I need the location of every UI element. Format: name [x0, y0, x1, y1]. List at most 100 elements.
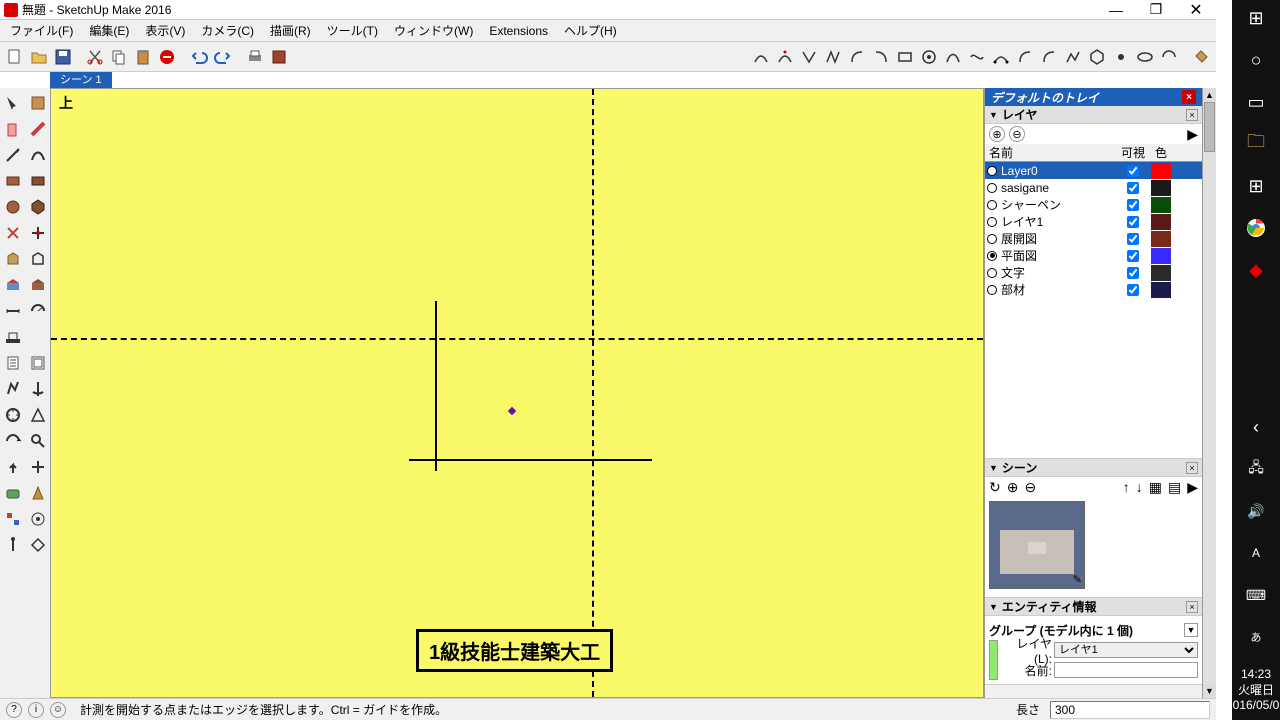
layer-color-swatch[interactable]: [1151, 197, 1171, 213]
layer-row[interactable]: 文字: [985, 264, 1202, 281]
entity-options-button[interactable]: ▼: [1184, 623, 1198, 637]
collapse-icon[interactable]: ▼: [989, 463, 998, 473]
tray-scrollbar[interactable]: ▲ ▼: [1202, 88, 1216, 698]
redo-button[interactable]: [212, 46, 234, 68]
tool-15-1[interactable]: [25, 480, 50, 505]
menu-item-4[interactable]: 描画(R): [262, 20, 319, 41]
layer-row[interactable]: 展開図: [985, 230, 1202, 247]
tool-8-1[interactable]: [25, 298, 50, 323]
tool-4-0[interactable]: [0, 194, 25, 219]
layer-visible-checkbox[interactable]: [1127, 165, 1139, 177]
curve-tool-1[interactable]: [942, 46, 964, 68]
layer-row[interactable]: シャーペン: [985, 196, 1202, 213]
tool-2-0[interactable]: [0, 142, 25, 167]
menu-item-0[interactable]: ファイル(F): [2, 20, 81, 41]
tool-6-1[interactable]: [25, 246, 50, 271]
model-info-button[interactable]: [268, 46, 290, 68]
entity-layer-select[interactable]: レイヤ1: [1054, 642, 1198, 658]
tool-8-0[interactable]: [0, 298, 25, 323]
tool-3-1[interactable]: [25, 168, 50, 193]
save-button[interactable]: [52, 46, 74, 68]
new-button[interactable]: [4, 46, 26, 68]
scene-thumbnail[interactable]: ✎: [989, 501, 1085, 589]
curve-tool-2[interactable]: [966, 46, 988, 68]
tool-11-0[interactable]: [0, 376, 25, 401]
collapse-icon[interactable]: ▼: [989, 110, 998, 120]
layer-row[interactable]: 平面図: [985, 247, 1202, 264]
scene-add-button[interactable]: ⊕: [1007, 479, 1019, 496]
layer-color-swatch[interactable]: [1151, 163, 1171, 179]
tool-17-0[interactable]: [0, 532, 25, 557]
layers-panel-close[interactable]: ×: [1186, 109, 1198, 121]
menu-item-1[interactable]: 編集(E): [81, 20, 137, 41]
paste-button[interactable]: [132, 46, 154, 68]
tool-1-1[interactable]: [25, 116, 50, 141]
close-button[interactable]: ✕: [1176, 0, 1216, 20]
layer-row[interactable]: レイヤ1: [985, 213, 1202, 230]
layer-active-radio[interactable]: [987, 268, 997, 278]
maximize-button[interactable]: ❐: [1136, 0, 1176, 20]
scene-tab[interactable]: シーン 1: [50, 72, 112, 88]
layer-col-color[interactable]: 色: [1151, 144, 1171, 161]
layer-col-name[interactable]: 名前: [985, 144, 1115, 161]
scene-view-button[interactable]: ▦: [1149, 479, 1162, 496]
start-button[interactable]: ⊞: [1244, 6, 1268, 30]
clock[interactable]: 14:23 火曜日 2016/05/03: [1226, 667, 1280, 720]
scene-menu-button[interactable]: ▶: [1187, 479, 1198, 496]
layer-visible-checkbox[interactable]: [1127, 250, 1139, 262]
cortana-icon[interactable]: ○: [1244, 48, 1268, 72]
point-tool[interactable]: [1110, 46, 1132, 68]
layer-active-radio[interactable]: [987, 234, 997, 244]
collapse-icon[interactable]: ▼: [989, 602, 998, 612]
layer-active-radio[interactable]: [987, 183, 997, 193]
tool-0-1[interactable]: [25, 90, 50, 115]
layers-menu-button[interactable]: ▶: [1187, 126, 1198, 143]
layer-visible-checkbox[interactable]: [1127, 233, 1139, 245]
layer-name[interactable]: 部材: [999, 281, 1115, 298]
tool-0-0[interactable]: [0, 90, 25, 115]
tool-2-1[interactable]: [25, 142, 50, 167]
arc-tool-4[interactable]: [822, 46, 844, 68]
ime-icon-2[interactable]: あ: [1244, 625, 1268, 649]
layer-color-swatch[interactable]: [1151, 180, 1171, 196]
taskview-icon[interactable]: ▭: [1244, 90, 1268, 114]
explorer-icon[interactable]: 🗀: [1244, 132, 1268, 156]
undo-button[interactable]: [188, 46, 210, 68]
tool-12-0[interactable]: [0, 402, 25, 427]
layer-color-swatch[interactable]: [1151, 214, 1171, 230]
tool-16-0[interactable]: [0, 506, 25, 531]
layer-visible-checkbox[interactable]: [1127, 267, 1139, 279]
layer-name[interactable]: Layer0: [999, 164, 1115, 178]
layer-active-radio[interactable]: [987, 166, 997, 176]
tool-5-1[interactable]: [25, 220, 50, 245]
layer-color-swatch[interactable]: [1151, 231, 1171, 247]
scene-remove-button[interactable]: ⊖: [1024, 479, 1036, 496]
tool-13-0[interactable]: [0, 428, 25, 453]
layer-visible-checkbox[interactable]: [1127, 284, 1139, 296]
layer-name[interactable]: シャーペン: [999, 196, 1115, 213]
layer-name[interactable]: 文字: [999, 264, 1115, 281]
tool-7-1[interactable]: [25, 272, 50, 297]
tool-12-1[interactable]: [25, 402, 50, 427]
layer-color-swatch[interactable]: [1151, 282, 1171, 298]
ellipse-tool[interactable]: [1134, 46, 1156, 68]
tool-10-0[interactable]: [0, 350, 25, 375]
line-tool-2[interactable]: [1062, 46, 1084, 68]
curve-tool-5[interactable]: [1038, 46, 1060, 68]
entity-color-swatch[interactable]: [989, 640, 998, 680]
tool-5-0[interactable]: [0, 220, 25, 245]
measure-input[interactable]: [1050, 701, 1210, 719]
ime-icon[interactable]: A: [1244, 541, 1268, 565]
tool-6-0[interactable]: [0, 246, 25, 271]
arc-tool-6[interactable]: [870, 46, 892, 68]
scene-up-button[interactable]: ↑: [1123, 479, 1130, 495]
scene-update-button[interactable]: ↻: [989, 479, 1001, 496]
tool-1-0[interactable]: [0, 116, 25, 141]
sketchup-icon[interactable]: ◆: [1244, 258, 1268, 282]
layer-visible-checkbox[interactable]: [1127, 182, 1139, 194]
curve-tool-4[interactable]: [1014, 46, 1036, 68]
arc-tool-3[interactable]: [798, 46, 820, 68]
layer-row[interactable]: sasigane: [985, 179, 1202, 196]
scenes-panel-close[interactable]: ×: [1186, 462, 1198, 474]
arc-tool-5[interactable]: [846, 46, 868, 68]
